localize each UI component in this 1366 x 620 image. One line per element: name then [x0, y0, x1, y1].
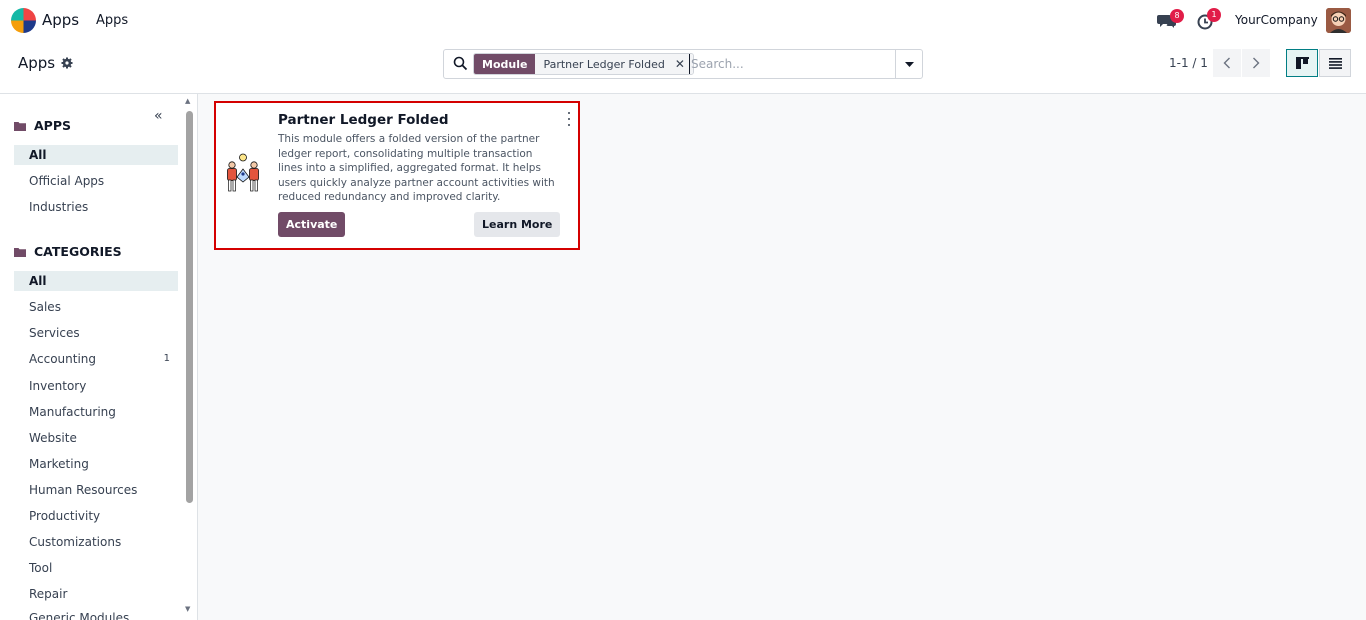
kanban-content: Partner Ledger Folded This module offers…	[198, 94, 1366, 620]
module-card[interactable]: Partner Ledger Folded This module offers…	[214, 101, 580, 250]
categories-header-label: CATEGORIES	[34, 244, 122, 259]
collapse-sidebar-icon[interactable]: «	[154, 108, 163, 124]
sidebar-scrollbar[interactable]	[186, 111, 193, 503]
filter-category-website[interactable]: Website	[14, 428, 178, 448]
avatar[interactable]	[1326, 8, 1351, 33]
scroll-up-arrow[interactable]: ▲	[185, 97, 190, 105]
card-menu-icon[interactable]	[566, 112, 572, 126]
app-logo-icon[interactable]	[11, 8, 36, 33]
list-icon	[1328, 57, 1342, 69]
pager-value[interactable]: 1-1 / 1	[1169, 56, 1208, 70]
gear-icon[interactable]	[61, 57, 73, 69]
activate-button[interactable]: Activate	[278, 212, 346, 237]
breadcrumb: Apps	[18, 54, 73, 72]
filter-category-all[interactable]: All	[14, 271, 178, 291]
facet-value: Partner Ledger Folded	[535, 54, 673, 74]
activities-badge: 1	[1207, 8, 1221, 22]
filter-apps-industries[interactable]: Industries	[14, 197, 178, 217]
filter-category-customizations[interactable]: Customizations	[14, 532, 178, 552]
menu-item-apps[interactable]: Apps	[96, 13, 128, 28]
folder-icon	[14, 247, 26, 257]
filter-category-accounting[interactable]: Accounting 1	[14, 349, 178, 369]
categories-section-header: CATEGORIES	[14, 244, 122, 259]
filter-category-generic-modules[interactable]: Generic Modules	[14, 608, 178, 620]
filter-category-inventory[interactable]: Inventory	[14, 376, 178, 396]
pager-previous-button[interactable]	[1213, 49, 1241, 77]
filter-category-human-resources[interactable]: Human Resources	[14, 480, 178, 500]
company-switcher[interactable]: YourCompany	[1235, 13, 1318, 27]
scroll-down-arrow[interactable]: ▼	[185, 605, 190, 613]
learn-more-button[interactable]: Learn More	[474, 212, 561, 237]
filter-count: 1	[163, 353, 170, 364]
pager-next-button[interactable]	[1242, 49, 1270, 77]
filter-category-productivity[interactable]: Productivity	[14, 506, 178, 526]
module-icon	[227, 153, 259, 192]
control-panel: Apps Module Partner Ledger Folded ✕ 1-1	[0, 42, 1366, 94]
list-view-button[interactable]	[1319, 49, 1351, 77]
apps-header-label: APPS	[34, 118, 71, 133]
filter-apps-official[interactable]: Official Apps	[14, 171, 178, 191]
filter-category-repair[interactable]: Repair	[14, 584, 178, 604]
page-title: Apps	[18, 54, 56, 72]
filter-label: Accounting	[29, 352, 97, 366]
chevron-left-icon	[1223, 57, 1230, 69]
kanban-view-button[interactable]	[1286, 49, 1318, 77]
search-options-toggle[interactable]	[895, 50, 922, 78]
apps-section-header: APPS	[14, 118, 71, 133]
module-description: This module offers a folded version of t…	[278, 133, 555, 204]
messages-badge: 8	[1170, 9, 1184, 23]
filter-category-tool[interactable]: Tool	[14, 558, 178, 578]
search-icon[interactable]	[453, 56, 468, 71]
facet-label: Module	[474, 54, 536, 74]
search-bar: Module Partner Ledger Folded ✕	[443, 49, 923, 79]
chevron-right-icon	[1253, 57, 1260, 69]
search-panel-sidebar: « APPS All Official Apps Industries CATE…	[0, 94, 198, 620]
filter-category-marketing[interactable]: Marketing	[14, 454, 178, 474]
search-facet: Module Partner Ledger Folded ✕	[473, 53, 694, 75]
folder-icon	[14, 121, 26, 131]
search-input[interactable]	[689, 54, 889, 74]
caret-down-icon	[904, 61, 914, 67]
kanban-icon	[1295, 57, 1309, 69]
module-title: Partner Ledger Folded	[278, 112, 449, 128]
filter-apps-all[interactable]: All	[14, 145, 178, 165]
filter-category-services[interactable]: Services	[14, 323, 178, 343]
app-brand[interactable]: Apps	[42, 11, 79, 29]
user-avatar-icon	[1326, 8, 1351, 33]
top-navbar: Apps Apps 8 1 YourCompany	[0, 0, 1366, 42]
filter-category-sales[interactable]: Sales	[14, 297, 178, 317]
filter-category-manufacturing[interactable]: Manufacturing	[14, 402, 178, 422]
